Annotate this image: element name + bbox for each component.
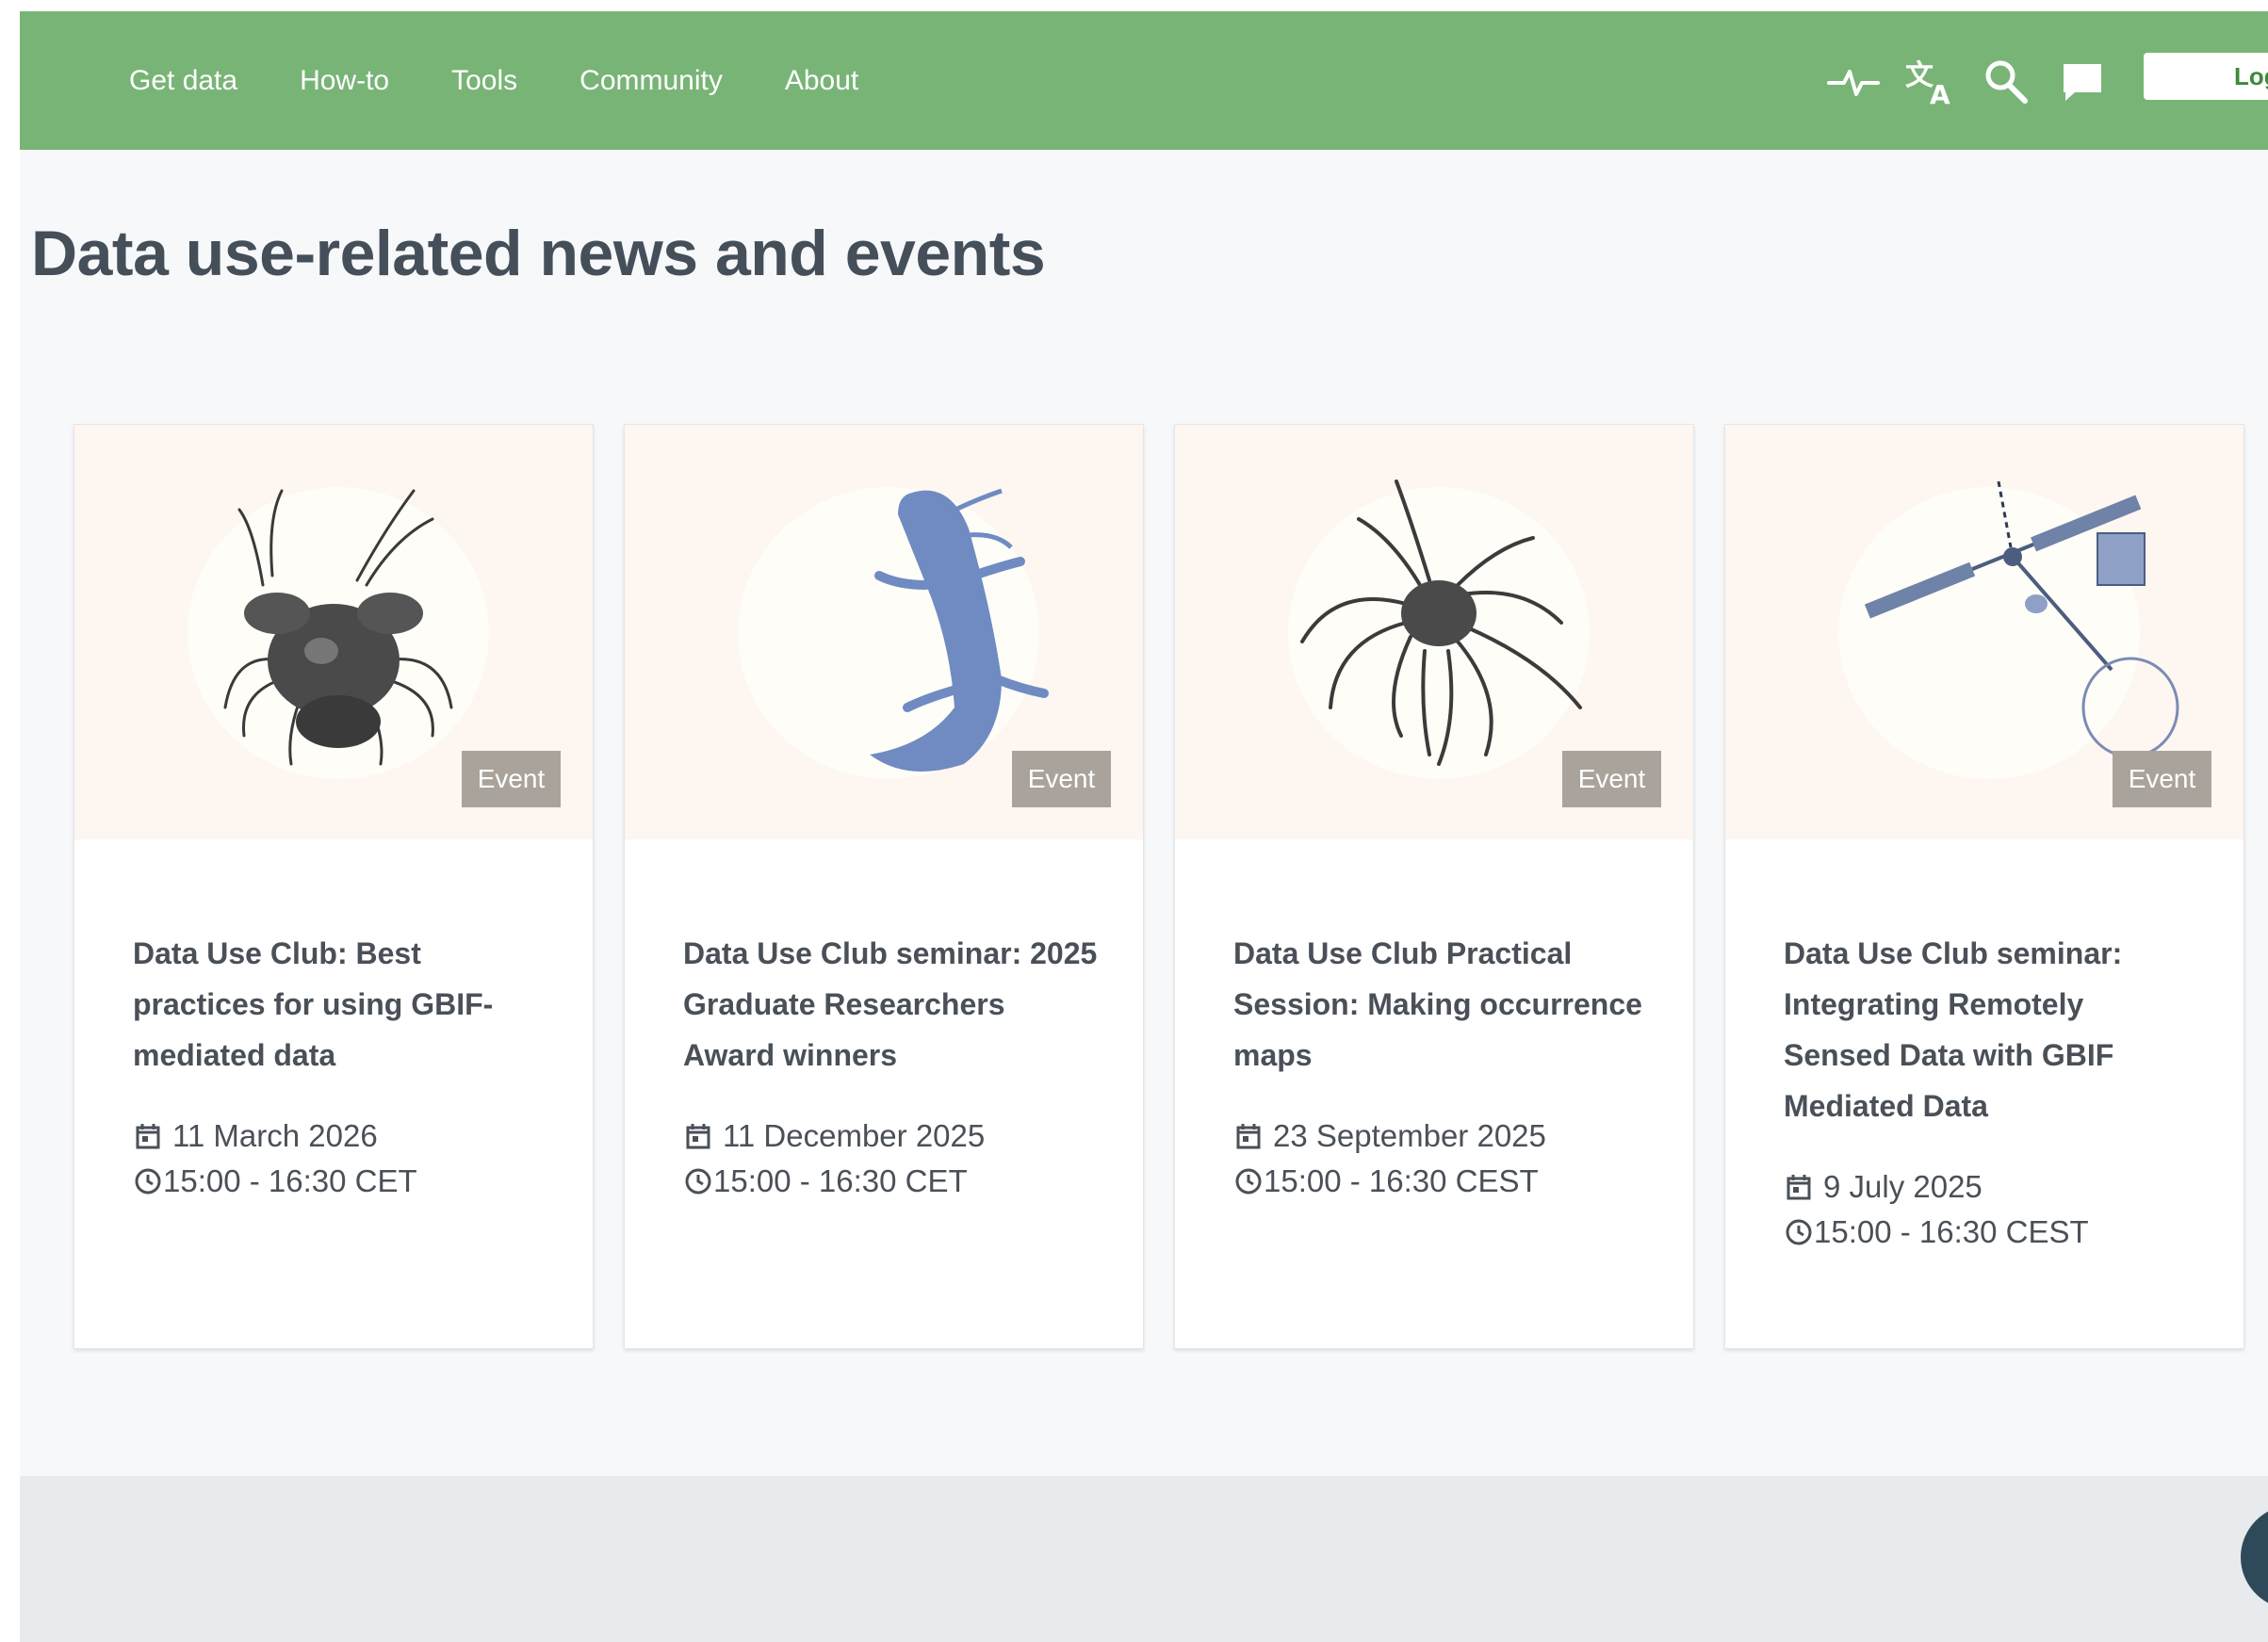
- nav-get-data[interactable]: Get data: [129, 65, 237, 97]
- card-title[interactable]: Data Use Club: Best practices for using …: [133, 928, 547, 1081]
- translate-icon[interactable]: 文 A: [1903, 55, 1956, 107]
- card-date-text: 23 September 2025: [1273, 1118, 1546, 1153]
- nav-community[interactable]: Community: [579, 65, 723, 97]
- event-card[interactable]: Event Data Use Club Practical Session: M…: [1174, 424, 1694, 1349]
- nav-tools[interactable]: Tools: [451, 65, 517, 97]
- clock-icon: [685, 1168, 711, 1195]
- calendar-icon: [1236, 1124, 1261, 1149]
- card-title[interactable]: Data Use Club Practical Session: Making …: [1233, 928, 1648, 1081]
- card-time: 15:00 - 16:30 CET: [133, 1163, 417, 1199]
- card-date: 11 March 2026: [133, 1118, 378, 1154]
- clock-icon: [1235, 1168, 1262, 1195]
- login-button[interactable]: Login: [2144, 53, 2268, 100]
- event-badge: Event: [1562, 751, 1661, 807]
- calendar-icon: [686, 1124, 710, 1149]
- card-time-text: 15:00 - 16:30 CEST: [1264, 1163, 1539, 1198]
- card-title[interactable]: Data Use Club seminar: Integrating Remot…: [1784, 928, 2198, 1131]
- nav-icons: 文 A: [1827, 11, 2132, 150]
- card-time: 15:00 - 16:30 CET: [683, 1163, 968, 1199]
- event-card[interactable]: Event Data Use Club: Best practices for …: [73, 424, 594, 1349]
- calendar-icon: [136, 1124, 160, 1149]
- card-media: Event: [1725, 425, 2244, 839]
- search-icon[interactable]: [1980, 55, 2032, 107]
- event-badge: Event: [462, 751, 561, 807]
- page: Get data How-to Tools Community About 文 …: [20, 11, 2268, 1642]
- card-date: 11 December 2025: [683, 1118, 985, 1154]
- nav-links: Get data How-to Tools Community About: [129, 11, 921, 150]
- nav-about[interactable]: About: [785, 65, 858, 97]
- svg-text:A: A: [1930, 79, 1950, 107]
- event-badge: Event: [1012, 751, 1111, 807]
- feedback-icon[interactable]: [2056, 55, 2109, 107]
- nav-how-to[interactable]: How-to: [300, 65, 389, 97]
- footer: [20, 1476, 2268, 1642]
- card-media: Event: [74, 425, 593, 839]
- card-time: 15:00 - 16:30 CEST: [1784, 1214, 2089, 1250]
- page-title: Data use-related news and events: [31, 218, 1046, 289]
- card-time: 15:00 - 16:30 CEST: [1233, 1163, 1539, 1199]
- calendar-icon: [1787, 1175, 1811, 1200]
- card-date: 9 July 2025: [1784, 1169, 1982, 1205]
- card-time-text: 15:00 - 16:30 CET: [163, 1163, 417, 1198]
- card-time-text: 15:00 - 16:30 CET: [713, 1163, 968, 1198]
- card-time-text: 15:00 - 16:30 CEST: [1814, 1214, 2089, 1249]
- card-date: 23 September 2025: [1233, 1118, 1546, 1154]
- card-date-text: 11 December 2025: [723, 1118, 986, 1153]
- card-media: Event: [1175, 425, 1693, 839]
- clock-icon: [135, 1168, 161, 1195]
- event-badge: Event: [2113, 751, 2211, 807]
- clock-icon: [1786, 1219, 1812, 1245]
- event-card[interactable]: Event Data Use Club seminar: Integrating…: [1724, 424, 2244, 1349]
- card-title[interactable]: Data Use Club seminar: 2025 Graduate Res…: [683, 928, 1098, 1081]
- top-navbar: Get data How-to Tools Community About 文 …: [20, 11, 2268, 150]
- activity-icon[interactable]: [1827, 55, 1880, 107]
- card-date-text: 9 July 2025: [1823, 1169, 1982, 1204]
- event-card[interactable]: Event Data Use Club seminar: 2025 Gradua…: [624, 424, 1144, 1349]
- card-date-text: 11 March 2026: [172, 1118, 378, 1153]
- card-media: Event: [625, 425, 1143, 839]
